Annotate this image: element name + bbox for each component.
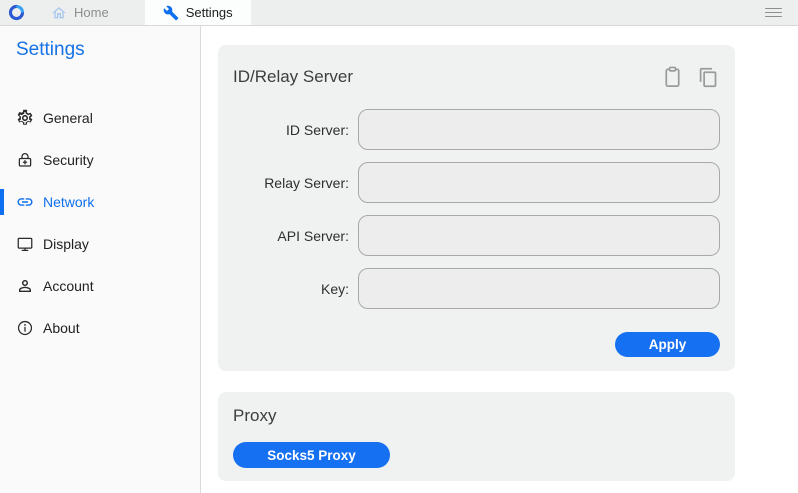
tab-home[interactable]: Home (37, 0, 123, 25)
api-server-input[interactable] (358, 215, 720, 256)
proxy-card: Proxy Socks5 Proxy (218, 392, 735, 481)
link-icon (16, 193, 34, 211)
monitor-icon (16, 235, 34, 253)
gear-icon (16, 109, 34, 127)
sidebar-item-label: Security (43, 152, 94, 168)
api-server-label: API Server: (233, 228, 358, 244)
person-icon (16, 277, 34, 295)
lock-icon (16, 151, 34, 169)
sidebar-item-network[interactable]: Network (0, 181, 200, 223)
sidebar-item-general[interactable]: General (0, 97, 200, 139)
clipboard-paste-icon[interactable] (661, 65, 684, 90)
sidebar-item-about[interactable]: About (0, 307, 200, 349)
sidebar-item-account[interactable]: Account (0, 265, 200, 307)
sidebar-item-label: About (43, 320, 80, 336)
sidebar-item-label: Account (43, 278, 94, 294)
wrench-icon (163, 5, 179, 21)
app-logo (8, 0, 25, 25)
hamburger-menu-icon[interactable] (765, 8, 782, 18)
relay-server-input[interactable] (358, 162, 720, 203)
tab-home-label: Home (74, 5, 109, 20)
id-server-row: ID Server: (233, 109, 720, 150)
tab-settings-label: Settings (186, 5, 233, 20)
proxy-card-title: Proxy (233, 406, 720, 426)
home-icon (51, 5, 67, 21)
relay-server-label: Relay Server: (233, 175, 358, 191)
id-server-input[interactable] (358, 109, 720, 150)
key-input[interactable] (358, 268, 720, 309)
card-title: ID/Relay Server (233, 67, 353, 87)
sidebar-item-display[interactable]: Display (0, 223, 200, 265)
apply-button[interactable]: Apply (615, 332, 720, 357)
socks5-proxy-button[interactable]: Socks5 Proxy (233, 442, 390, 468)
sidebar-item-label: General (43, 110, 93, 126)
sidebar-item-label: Network (43, 194, 94, 210)
sidebar-title: Settings (16, 39, 200, 61)
sidebar-item-label: Display (43, 236, 89, 252)
sidebar-item-security[interactable]: Security (0, 139, 200, 181)
id-relay-server-card: ID/Relay Server (218, 45, 735, 371)
relay-server-row: Relay Server: (233, 162, 720, 203)
id-server-label: ID Server: (233, 122, 358, 138)
tab-bar: Home Settings (0, 0, 798, 26)
rustdesk-window: Home Settings Settings (0, 0, 798, 493)
sidebar-nav: General Security (0, 97, 200, 349)
api-server-row: API Server: (233, 215, 720, 256)
rustdesk-logo-icon (8, 4, 25, 21)
info-icon (16, 319, 34, 337)
settings-sidebar: Settings General (0, 26, 201, 493)
copy-icon[interactable] (697, 65, 720, 90)
tab-settings[interactable]: Settings (145, 0, 251, 25)
key-row: Key: (233, 268, 720, 309)
network-settings-pane: ID/Relay Server (201, 26, 798, 493)
key-label: Key: (233, 281, 358, 297)
